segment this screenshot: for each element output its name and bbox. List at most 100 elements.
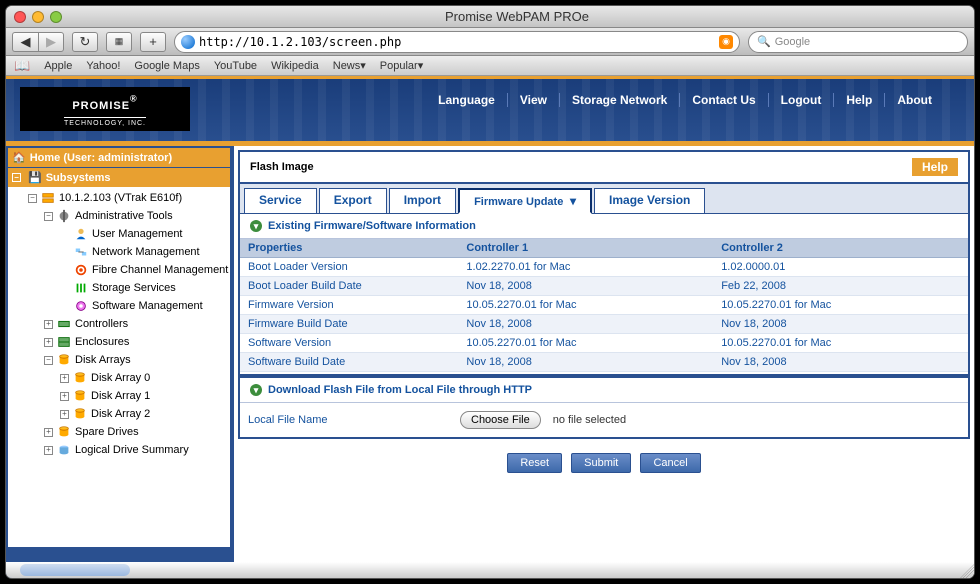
browser-toolbar: ◀ ▶ ↻ ▦ + http://10.1.2.103/screen.php ◉… — [6, 28, 974, 56]
tree-row[interactable]: User Management — [8, 225, 230, 243]
tab-image-version[interactable]: Image Version — [594, 188, 705, 213]
close-icon[interactable] — [14, 11, 26, 23]
cell-controller2: 1.02.0000.01 — [713, 258, 968, 277]
cancel-button[interactable]: Cancel — [640, 453, 700, 473]
expand-icon[interactable]: + — [44, 428, 53, 437]
tree-label: Fibre Channel Management — [92, 264, 228, 276]
tree-row[interactable]: +Disk Array 0 — [8, 369, 230, 387]
bookmark-item[interactable]: YouTube — [214, 60, 257, 72]
expand-icon[interactable]: + — [44, 338, 53, 347]
nav-contact[interactable]: Contact Us — [680, 93, 768, 107]
bookmark-item[interactable]: Google Maps — [134, 60, 199, 72]
resize-handle-icon[interactable] — [960, 564, 974, 578]
tree-row[interactable]: +Disk Array 2 — [8, 405, 230, 423]
cell-property: Software Version — [240, 334, 458, 353]
forward-button[interactable]: ▶ — [38, 32, 64, 52]
tree-row[interactable]: Network Management — [8, 243, 230, 261]
disk-icon — [56, 425, 72, 439]
brand-logo: PROMISE® TECHNOLOGY, INC. — [20, 87, 190, 131]
favicon-icon — [181, 35, 195, 49]
tabs-button[interactable]: ▦ — [106, 32, 132, 52]
add-button[interactable]: + — [140, 32, 166, 52]
tree-row[interactable]: +Logical Drive Summary — [8, 441, 230, 459]
tree-label: Controllers — [75, 318, 128, 330]
nav-language[interactable]: Language — [426, 93, 508, 107]
bookmark-item[interactable]: Yahoo! — [86, 60, 120, 72]
cell-controller2: 10.05.2270.01 for Mac — [713, 296, 968, 315]
bookmark-item[interactable]: Wikipedia — [271, 60, 319, 72]
cell-controller1: 1.02.2270.01 for Mac — [458, 258, 713, 277]
tree-row[interactable]: −Administrative Tools — [8, 207, 230, 225]
tree-row[interactable]: + Spare Drives — [8, 423, 230, 441]
nav-help[interactable]: Help — [834, 93, 885, 107]
expand-icon[interactable]: + — [44, 446, 53, 455]
collapse-icon: ▾ — [250, 220, 262, 232]
submit-button[interactable]: Submit — [571, 453, 631, 473]
expand-icon[interactable]: + — [60, 410, 69, 419]
window-titlebar: Promise WebPAM PROe — [6, 6, 974, 28]
tree-label: Software Management — [92, 300, 203, 312]
user-icon — [73, 227, 89, 241]
tree-label: User Management — [92, 228, 183, 240]
tree-label: Spare Drives — [75, 426, 139, 438]
tab-import[interactable]: Import — [389, 188, 456, 213]
tree-row[interactable]: −Disk Arrays — [8, 351, 230, 369]
action-buttons: Reset Submit Cancel — [234, 443, 974, 483]
tree-row[interactable]: +Disk Array 1 — [8, 387, 230, 405]
zoom-icon[interactable] — [50, 11, 62, 23]
tree-row[interactable]: Storage Services — [8, 279, 230, 297]
table-row: Boot Loader Version1.02.2270.01 for Mac1… — [240, 258, 968, 277]
tab-firmware-update[interactable]: Firmware Update ▾ — [458, 188, 592, 214]
sidebar-subsystems[interactable]: − 💾 Subsystems — [8, 168, 230, 187]
choose-file-button[interactable]: Choose File — [460, 411, 541, 429]
expand-icon[interactable]: + — [60, 392, 69, 401]
search-field[interactable]: 🔍 Google — [748, 31, 968, 53]
nav-about[interactable]: About — [885, 93, 944, 107]
expand-icon[interactable]: − — [44, 356, 53, 365]
tree-row[interactable]: Software Management — [8, 297, 230, 315]
address-bar[interactable]: http://10.1.2.103/screen.php ◉ — [174, 31, 740, 53]
minimize-icon[interactable] — [32, 11, 44, 23]
local-file-row: Local File Name Choose File no file sele… — [240, 403, 968, 437]
nav-view[interactable]: View — [508, 93, 560, 107]
sidebar-home[interactable]: 🏠 Home (User: administrator) — [8, 148, 230, 167]
bookmark-item[interactable]: Apple — [44, 60, 72, 72]
nav-storage-network[interactable]: Storage Network — [560, 93, 680, 107]
horizontal-scrollbar[interactable] — [6, 562, 974, 578]
disk-icon — [72, 389, 88, 403]
col-properties: Properties — [240, 239, 458, 258]
bookmarks-icon[interactable]: 📖 — [14, 58, 30, 74]
enc-icon — [56, 335, 72, 349]
local-file-label: Local File Name — [248, 414, 448, 426]
bookmarks-bar: 📖 Apple Yahoo! Google Maps YouTube Wikip… — [6, 56, 974, 76]
cell-controller1: Nov 18, 2008 — [458, 315, 713, 334]
tab-export[interactable]: Export — [319, 188, 387, 213]
expand-icon[interactable]: + — [44, 320, 53, 329]
help-button[interactable]: Help — [912, 158, 958, 176]
section-existing-firmware[interactable]: ▾ Existing Firmware/Software Information — [240, 214, 968, 239]
tree-row[interactable]: + Controllers — [8, 315, 230, 333]
bookmark-item[interactable]: Popular▾ — [380, 59, 423, 72]
tree-label: 10.1.2.103 (VTrak E610f) — [59, 192, 182, 204]
table-row: Firmware Version10.05.2270.01 for Mac10.… — [240, 296, 968, 315]
rss-icon[interactable]: ◉ — [719, 35, 733, 49]
top-nav: Language View Storage Network Contact Us… — [426, 93, 974, 107]
expand-icon[interactable]: + — [60, 374, 69, 383]
tree-row[interactable]: +Enclosures — [8, 333, 230, 351]
nav-logout[interactable]: Logout — [769, 93, 835, 107]
table-row: Software Version10.05.2270.01 for Mac10.… — [240, 334, 968, 353]
reload-button[interactable]: ↻ — [72, 32, 98, 52]
cell-controller2: 10.05.2270.01 for Mac — [713, 334, 968, 353]
expand-icon[interactable]: − — [44, 212, 53, 221]
tree-row[interactable]: Fibre Channel Management — [8, 261, 230, 279]
back-button[interactable]: ◀ — [12, 32, 38, 52]
tab-service[interactable]: Service — [244, 188, 317, 213]
scroll-thumb[interactable] — [20, 564, 130, 576]
bookmark-item[interactable]: News▾ — [333, 59, 366, 72]
reset-button[interactable]: Reset — [507, 453, 562, 473]
expand-icon[interactable]: − — [28, 194, 37, 203]
section-download-flash[interactable]: ▾ Download Flash File from Local File th… — [240, 374, 968, 403]
app-header: PROMISE® TECHNOLOGY, INC. Language View … — [6, 76, 974, 146]
tree-row[interactable]: − 10.1.2.103 (VTrak E610f) — [8, 189, 230, 207]
cell-controller1: Nov 18, 2008 — [458, 353, 713, 372]
